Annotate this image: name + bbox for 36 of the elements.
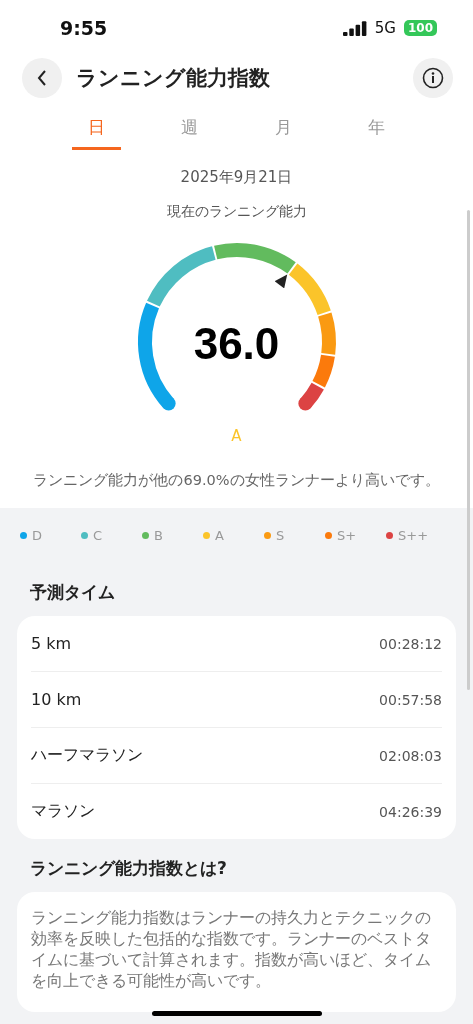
legend-label: D [32, 528, 42, 543]
legend-label: S++ [398, 528, 429, 543]
network-label: 5G [374, 19, 396, 37]
signal-icon [342, 20, 367, 36]
about-text: ランニング能力指数はランナーの持久力とテクニックの効率を反映した包括的な指数です。ランナーのベストタイムに基づいて計算されます。指数が高いほど、タイムを向上できる可能性が高いです。 [31, 908, 432, 992]
grade-label: A [231, 427, 242, 445]
predicted-time: 00:57:58 [379, 691, 442, 708]
predicted-time: 02:08:03 [379, 747, 442, 764]
period-tab[interactable]: 日 [72, 116, 122, 150]
predicted-time: 00:28:12 [379, 635, 442, 652]
distance-label: 10 km [31, 690, 82, 709]
ability-score: 36.0 [193, 319, 280, 369]
section-heading: 予測タイム [29, 581, 116, 604]
distance-label: ハーフマラソン [31, 745, 143, 766]
info-button[interactable] [413, 58, 453, 98]
legend-label: S [276, 528, 285, 543]
status-time: 9:55 [60, 17, 108, 39]
battery-indicator: 100 [403, 20, 437, 36]
section-heading: ランニング能力指数とは? [29, 857, 228, 880]
legend-label: A [215, 528, 224, 543]
distance-label: 5 km [31, 634, 72, 653]
back-icon [37, 70, 47, 86]
legend-label: C [93, 528, 103, 543]
legend-label: S+ [337, 528, 357, 543]
distance-label: マラソン [31, 801, 95, 822]
period-tab[interactable]: 月 [258, 116, 308, 150]
predicted-time: 04:26:39 [379, 803, 442, 820]
summary-text: ランニング能力が他の69.0%の女性ランナーより高いです。 [32, 471, 441, 490]
gauge-subtitle: 現在のランニング能力 [165, 203, 308, 221]
legend-label: B [154, 528, 163, 543]
page-title: ランニング能力指数 [76, 65, 271, 92]
info-icon [422, 67, 444, 89]
back-button[interactable] [22, 58, 62, 98]
period-tab[interactable]: 年 [351, 116, 401, 150]
date-label: 2025年9月21日 [179, 168, 294, 187]
period-tab[interactable]: 週 [165, 116, 215, 150]
